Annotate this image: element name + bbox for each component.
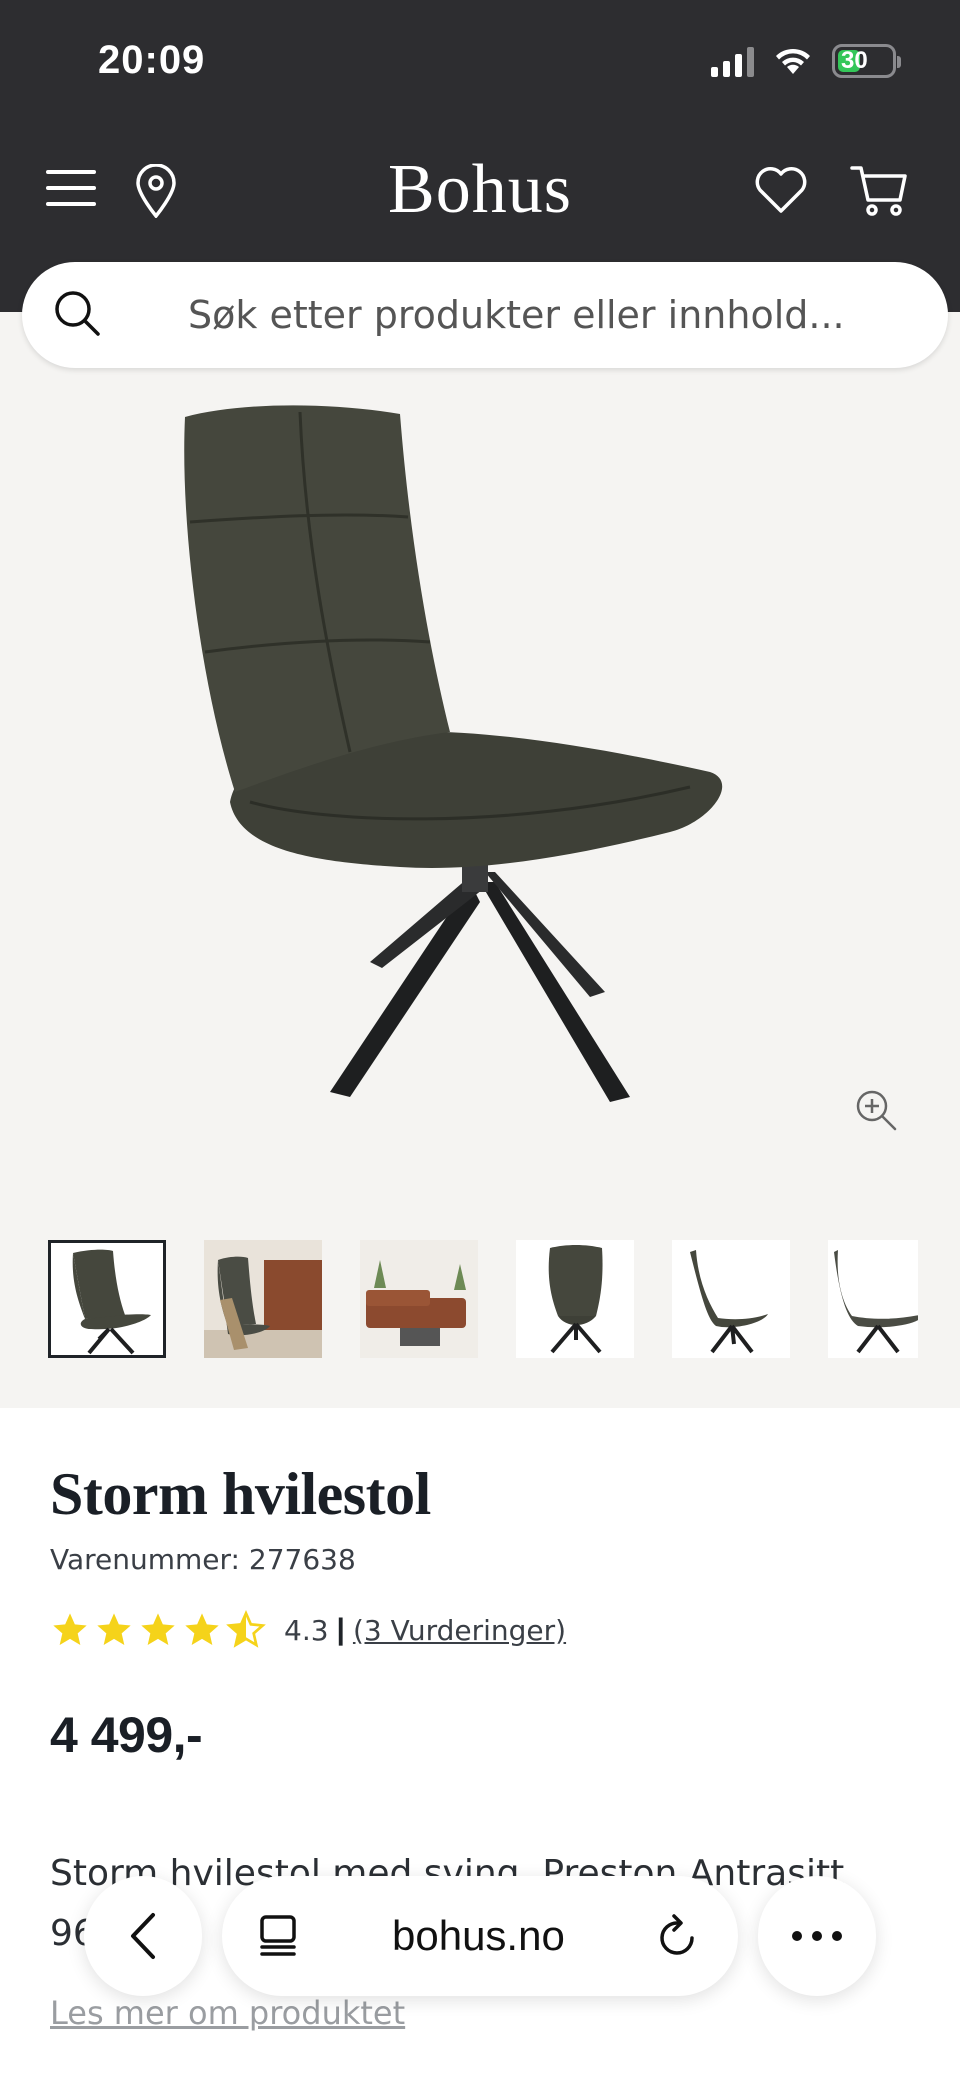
wishlist-button[interactable] — [754, 166, 808, 214]
rating-value: 4.3 — [284, 1613, 329, 1647]
product-title: Storm hvilestol — [50, 1461, 431, 1527]
battery-icon: 30 — [832, 44, 901, 78]
battery-level: 30 — [841, 47, 868, 74]
reload-icon[interactable] — [656, 1912, 700, 1960]
rating-separator: | — [336, 1613, 345, 1646]
product-price: 4 499,- — [50, 1707, 203, 1763]
brand-logo[interactable]: Bohus — [0, 150, 960, 230]
rating-stars — [50, 1610, 266, 1650]
star-icon — [53, 1613, 87, 1645]
zoom-in-icon — [856, 1090, 897, 1131]
product-sku: Varenummer: 277638 — [50, 1543, 356, 1576]
signal-icon — [711, 45, 754, 77]
browser-back-button[interactable] — [84, 1876, 202, 1996]
thumbnail[interactable] — [516, 1240, 634, 1358]
more-icon — [792, 1931, 842, 1941]
zoom-button[interactable] — [854, 1088, 898, 1137]
product-main-image[interactable] — [150, 402, 810, 1122]
browser-more-button[interactable] — [758, 1876, 876, 1996]
thumbnail[interactable] — [48, 1240, 166, 1358]
search-icon[interactable] — [52, 288, 102, 338]
thumbnail[interactable] — [204, 1240, 322, 1358]
status-time: 20:09 — [98, 38, 206, 82]
cart-button[interactable] — [850, 164, 908, 218]
wifi-icon — [776, 48, 810, 74]
status-indicators: 30 — [711, 44, 901, 78]
heart-icon — [755, 167, 807, 213]
tabs-icon — [260, 1915, 296, 1956]
search-input[interactable] — [188, 262, 908, 368]
browser-url: bohus.no — [392, 1912, 565, 1959]
star-icon — [141, 1613, 175, 1645]
search-bar — [22, 262, 948, 368]
thumbnail-strip — [48, 1240, 918, 1362]
read-more-link[interactable]: Les mer om produktet — [50, 1994, 405, 2032]
browser-address-bar[interactable]: bohus.no — [222, 1876, 738, 1996]
chevron-left-icon — [131, 1913, 155, 1959]
thumbnail[interactable] — [672, 1240, 790, 1358]
thumbnail[interactable] — [360, 1240, 478, 1358]
half-star-icon — [226, 1610, 266, 1648]
rating-row: 4.3 | (3 Vurderinger) — [50, 1610, 920, 1650]
star-icon — [185, 1613, 219, 1645]
cart-icon — [850, 166, 907, 216]
reviews-link[interactable]: (3 Vurderinger) — [353, 1614, 566, 1647]
thumbnail[interactable] — [828, 1240, 918, 1358]
star-icon — [97, 1613, 131, 1645]
